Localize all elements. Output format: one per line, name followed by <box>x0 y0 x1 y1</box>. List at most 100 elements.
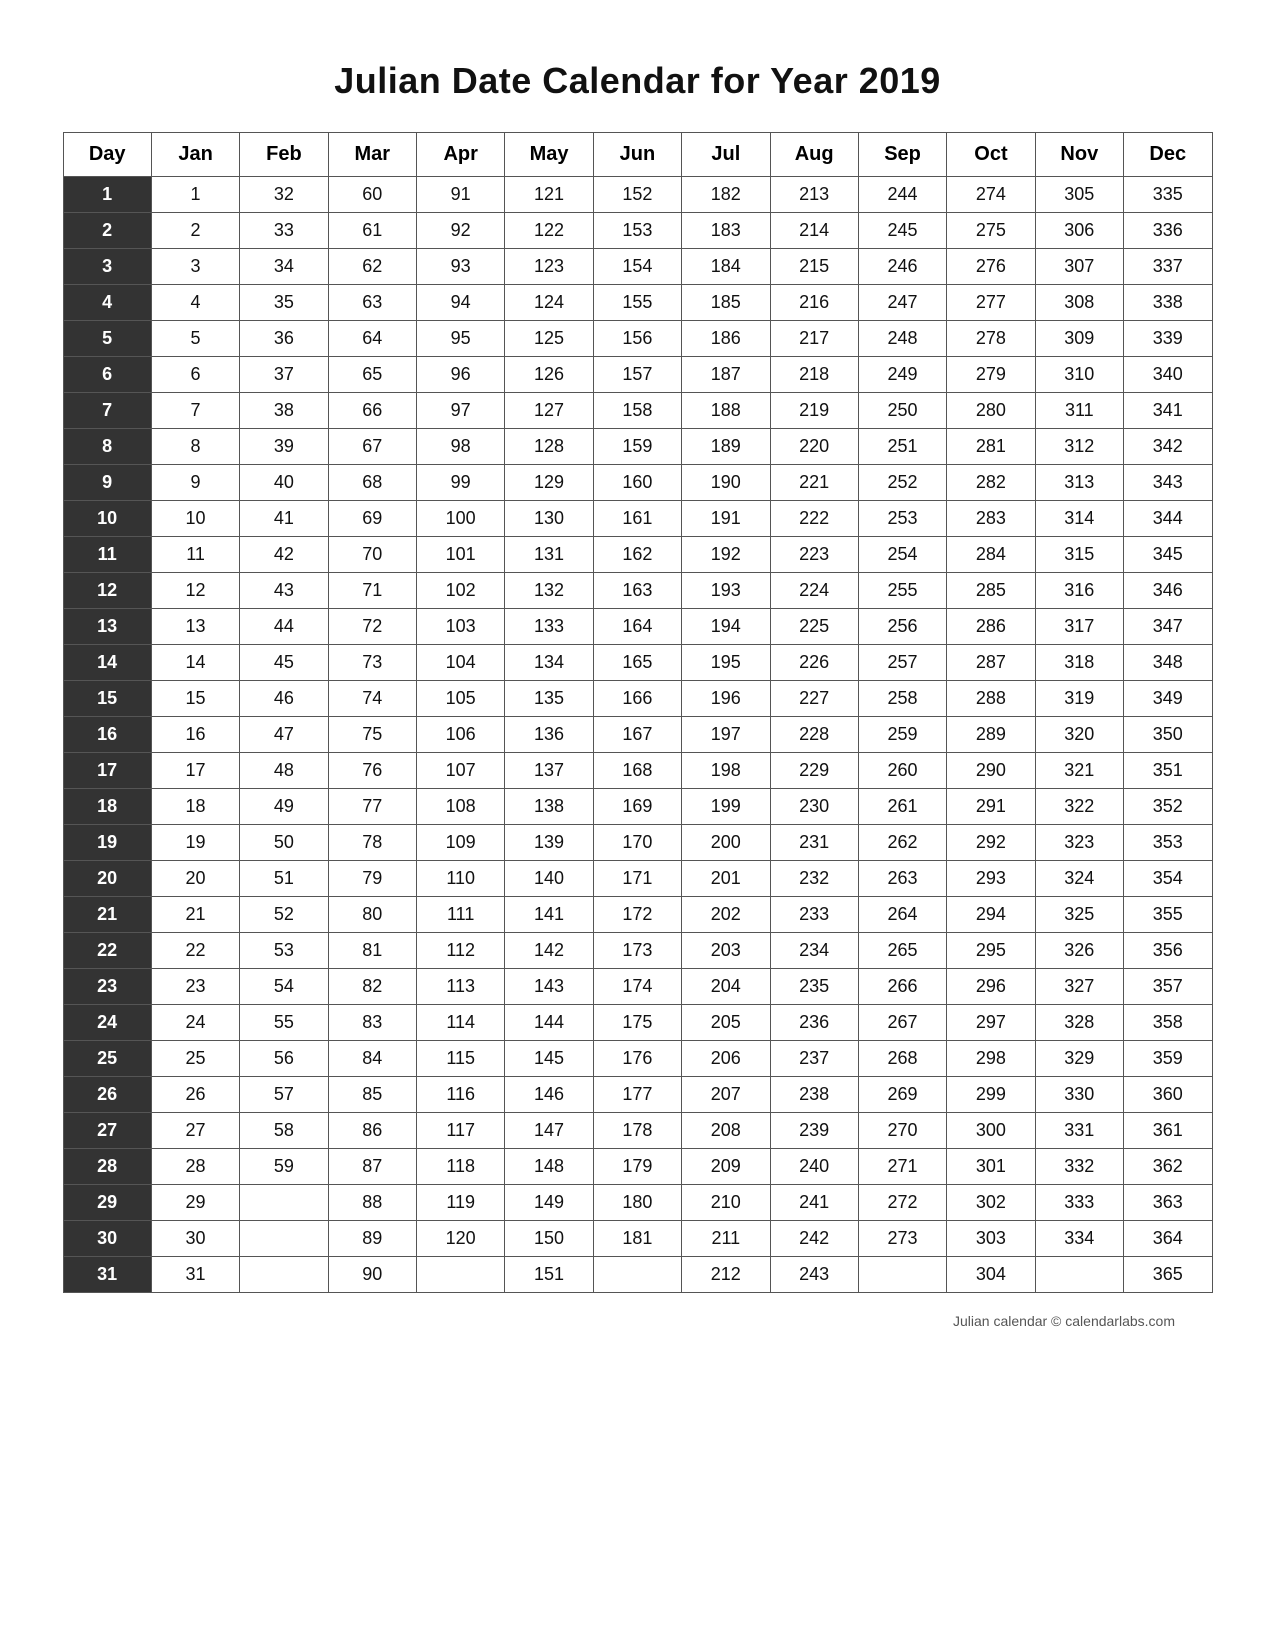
month-cell-aug: 243 <box>770 1257 858 1293</box>
month-cell-nov: 310 <box>1035 357 1123 393</box>
month-cell-feb: 38 <box>240 393 328 429</box>
month-cell-apr: 113 <box>417 969 505 1005</box>
month-cell-may: 148 <box>505 1149 593 1185</box>
table-row: 22336192122153183214245275306336 <box>63 213 1212 249</box>
month-cell-dec: 362 <box>1124 1149 1213 1185</box>
month-cell-may: 132 <box>505 573 593 609</box>
month-cell-jun: 153 <box>593 213 681 249</box>
month-cell-feb: 36 <box>240 321 328 357</box>
month-cell-feb: 51 <box>240 861 328 897</box>
month-cell-jan: 16 <box>151 717 239 753</box>
month-cell-mar: 79 <box>328 861 416 897</box>
table-row: 33346293123154184215246276307337 <box>63 249 1212 285</box>
month-cell-nov: 309 <box>1035 321 1123 357</box>
month-cell-jun: 155 <box>593 285 681 321</box>
month-cell-aug: 237 <box>770 1041 858 1077</box>
month-cell-dec: 344 <box>1124 501 1213 537</box>
month-cell-jul: 209 <box>682 1149 770 1185</box>
col-header-apr: Apr <box>417 133 505 177</box>
page-title: Julian Date Calendar for Year 2019 <box>334 60 941 102</box>
month-cell-jun: 179 <box>593 1149 681 1185</box>
table-row: 303089120150181211242273303334364 <box>63 1221 1212 1257</box>
month-cell-mar: 81 <box>328 933 416 969</box>
month-cell-nov: 333 <box>1035 1185 1123 1221</box>
month-cell-apr: 104 <box>417 645 505 681</box>
month-cell-nov: 319 <box>1035 681 1123 717</box>
month-cell-jan: 26 <box>151 1077 239 1113</box>
day-cell: 29 <box>63 1185 151 1221</box>
month-cell-sep: 258 <box>858 681 946 717</box>
month-cell-apr: 100 <box>417 501 505 537</box>
month-cell-dec: 338 <box>1124 285 1213 321</box>
month-cell-oct: 275 <box>947 213 1035 249</box>
table-row: 292988119149180210241272302333363 <box>63 1185 1212 1221</box>
col-header-aug: Aug <box>770 133 858 177</box>
month-cell-feb: 47 <box>240 717 328 753</box>
month-cell-feb: 59 <box>240 1149 328 1185</box>
month-cell-dec: 363 <box>1124 1185 1213 1221</box>
month-cell-apr: 106 <box>417 717 505 753</box>
day-cell: 4 <box>63 285 151 321</box>
month-cell-mar: 66 <box>328 393 416 429</box>
day-cell: 17 <box>63 753 151 789</box>
month-cell-jun: 175 <box>593 1005 681 1041</box>
month-cell-dec: 345 <box>1124 537 1213 573</box>
month-cell-feb: 35 <box>240 285 328 321</box>
month-cell-sep: 263 <box>858 861 946 897</box>
month-cell-feb: 39 <box>240 429 328 465</box>
month-cell-apr: 93 <box>417 249 505 285</box>
month-cell-oct: 304 <box>947 1257 1035 1293</box>
month-cell-aug: 227 <box>770 681 858 717</box>
month-cell-nov: 321 <box>1035 753 1123 789</box>
month-cell-jul: 204 <box>682 969 770 1005</box>
month-cell-aug: 221 <box>770 465 858 501</box>
day-cell: 15 <box>63 681 151 717</box>
month-cell-may: 131 <box>505 537 593 573</box>
month-cell-jan: 13 <box>151 609 239 645</box>
table-row: 28285987118148179209240271301332362 <box>63 1149 1212 1185</box>
month-cell-sep: 253 <box>858 501 946 537</box>
month-cell-aug: 233 <box>770 897 858 933</box>
month-cell-aug: 234 <box>770 933 858 969</box>
day-cell: 21 <box>63 897 151 933</box>
month-cell-sep: 264 <box>858 897 946 933</box>
month-cell-mar: 72 <box>328 609 416 645</box>
month-cell-jan: 14 <box>151 645 239 681</box>
month-cell-jul: 185 <box>682 285 770 321</box>
month-cell-jan: 20 <box>151 861 239 897</box>
month-cell-oct: 289 <box>947 717 1035 753</box>
day-cell: 20 <box>63 861 151 897</box>
table-row: 25255684115145176206237268298329359 <box>63 1041 1212 1077</box>
month-cell-jun: 167 <box>593 717 681 753</box>
month-cell-aug: 240 <box>770 1149 858 1185</box>
month-cell-may: 127 <box>505 393 593 429</box>
month-cell-sep: 249 <box>858 357 946 393</box>
month-cell-nov: 320 <box>1035 717 1123 753</box>
month-cell-jan: 1 <box>151 177 239 213</box>
table-row: 24245583114144175205236267297328358 <box>63 1005 1212 1041</box>
month-cell-feb: 37 <box>240 357 328 393</box>
month-cell-mar: 86 <box>328 1113 416 1149</box>
month-cell-may: 139 <box>505 825 593 861</box>
month-cell-feb: 57 <box>240 1077 328 1113</box>
month-cell-sep: 250 <box>858 393 946 429</box>
day-cell: 3 <box>63 249 151 285</box>
table-row: 22225381112142173203234265295326356 <box>63 933 1212 969</box>
month-cell-aug: 238 <box>770 1077 858 1113</box>
day-cell: 1 <box>63 177 151 213</box>
month-cell-jan: 9 <box>151 465 239 501</box>
month-cell-jul: 190 <box>682 465 770 501</box>
day-cell: 25 <box>63 1041 151 1077</box>
month-cell-dec: 352 <box>1124 789 1213 825</box>
month-cell-dec: 337 <box>1124 249 1213 285</box>
month-cell-oct: 301 <box>947 1149 1035 1185</box>
month-cell-jul: 187 <box>682 357 770 393</box>
month-cell-jan: 2 <box>151 213 239 249</box>
month-cell-jun: 165 <box>593 645 681 681</box>
month-cell-nov: 332 <box>1035 1149 1123 1185</box>
month-cell-sep: 252 <box>858 465 946 501</box>
month-cell-may: 129 <box>505 465 593 501</box>
month-cell-jul: 210 <box>682 1185 770 1221</box>
month-cell-apr: 103 <box>417 609 505 645</box>
month-cell-may: 138 <box>505 789 593 825</box>
